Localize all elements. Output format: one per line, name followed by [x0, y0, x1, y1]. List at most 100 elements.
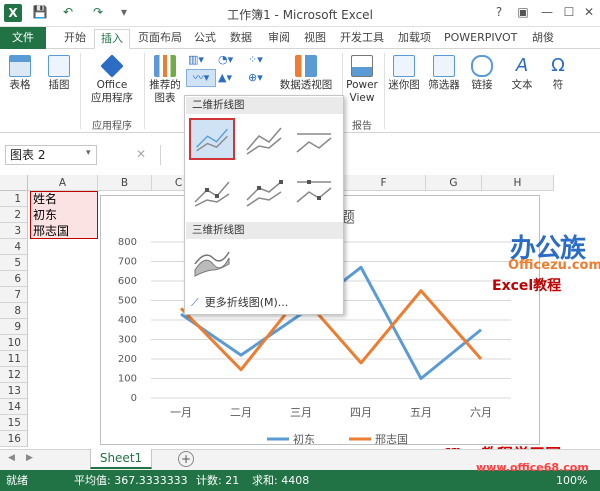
illustrations-button[interactable]: 插图 [44, 55, 74, 92]
sparklines-button[interactable]: 迷你图 [386, 55, 422, 92]
tab-home[interactable]: 开始 [58, 29, 92, 49]
more-line-charts-item[interactable]: ⟋ 更多折线图(M)... [191, 294, 341, 312]
pivotchart-button[interactable]: 数据透视图 [276, 55, 336, 92]
row-header-10[interactable]: 10 [0, 335, 28, 351]
tab-page-layout[interactable]: 页面布局 [132, 29, 188, 49]
close-icon[interactable]: ✕ [578, 3, 600, 21]
scroll-last-sheet-icon[interactable]: ▶ [26, 453, 33, 463]
row-header-16[interactable]: 16 [0, 431, 28, 447]
filter-icon [433, 55, 455, 77]
y-tick-label: 400 [118, 315, 137, 326]
row-header-1[interactable]: 1 [0, 191, 28, 207]
table-icon [9, 55, 31, 77]
office-apps-label-2: 应用程序 [91, 92, 133, 104]
line-3d-header: 三维折线图 [186, 222, 343, 239]
x-tick-label: 四月 [350, 406, 372, 419]
stacked-line-markers-option[interactable] [243, 172, 285, 210]
row-header-4[interactable]: 4 [0, 239, 28, 255]
other-chart-icon[interactable]: ⊕▾ [248, 71, 270, 85]
power-view-icon [351, 55, 373, 77]
3d-line-option[interactable] [191, 244, 233, 282]
pivotchart-label: 数据透视图 [279, 79, 333, 91]
column-header-h[interactable]: H [482, 175, 554, 191]
text-label: 文本 [511, 79, 533, 91]
sheet-tab-label: Sheet1 [99, 451, 143, 465]
name-box[interactable]: 图表 2 [5, 145, 97, 165]
row-header-9[interactable]: 9 [0, 319, 28, 335]
row-header-2[interactable]: 2 [0, 207, 28, 223]
power-view-label-2: View [349, 92, 375, 104]
user-name[interactable]: 胡俊 [526, 29, 560, 49]
tab-file[interactable]: 文件 [0, 27, 46, 49]
watermark-site: Officezu.com [508, 258, 600, 273]
reports-group-label: 报告 [352, 121, 372, 132]
illustrations-label: 插图 [48, 79, 70, 91]
column-header-g[interactable]: G [426, 175, 482, 191]
legend-label-2: 邢志国 [375, 433, 408, 446]
name-box-dropdown-icon[interactable]: ▾ [86, 148, 91, 158]
select-all-corner[interactable] [0, 175, 28, 191]
row-header-15[interactable]: 15 [0, 415, 28, 431]
office-apps-button[interactable]: Office 应用程序 [84, 54, 140, 105]
row-header-3[interactable]: 3 [0, 223, 28, 239]
tab-insert[interactable]: 插入 [94, 29, 130, 49]
symbols-button[interactable]: Ω 符 [546, 55, 570, 92]
power-view-button[interactable]: Power View [344, 55, 380, 105]
office-apps-icon [100, 54, 124, 78]
column-header-b[interactable]: B [98, 175, 152, 191]
row-header-11[interactable]: 11 [0, 351, 28, 367]
bar-chart-icon[interactable]: ▥▾ [188, 53, 214, 67]
stacked-line-option[interactable] [243, 120, 285, 158]
column-header-a[interactable]: A [28, 175, 98, 191]
cell-a2[interactable]: 初东 [30, 207, 57, 223]
watermark-bottom-2: www.office68.com [476, 461, 589, 474]
recommended-charts-button[interactable]: 推荐的 图表 [146, 55, 184, 105]
ribbon-separator [144, 53, 145, 129]
line-with-markers-option[interactable] [191, 172, 233, 210]
x-tick-label: 六月 [470, 406, 492, 419]
ribbon-display-icon[interactable]: ▣ [512, 3, 534, 21]
percent-line-markers-option[interactable] [293, 172, 335, 210]
sheet-tab-sheet1[interactable]: Sheet1 [90, 449, 152, 469]
y-tick-label: 0 [131, 393, 137, 404]
tab-formulas[interactable]: 公式 [188, 29, 222, 49]
cancel-icon[interactable]: ✕ [136, 147, 146, 161]
row-header-8[interactable]: 8 [0, 303, 28, 319]
text-button[interactable]: A 文本 [506, 55, 538, 92]
x-tick-label: 二月 [230, 406, 252, 419]
scroll-first-sheet-icon[interactable]: ◀ [8, 453, 15, 463]
cell-a3[interactable]: 邢志国 [30, 223, 69, 239]
filters-label: 筛选器 [428, 79, 460, 91]
row-header-5[interactable]: 5 [0, 255, 28, 271]
tab-data[interactable]: 数据 [224, 29, 258, 49]
line-chart-dropdown-button[interactable]: 〰▾ [186, 69, 216, 87]
row-header-12[interactable]: 12 [0, 367, 28, 383]
percent-stacked-line-option[interactable] [293, 120, 335, 158]
tab-view[interactable]: 视图 [298, 29, 332, 49]
x-tick-label: 五月 [410, 406, 432, 419]
tab-review[interactable]: 审阅 [262, 29, 296, 49]
row-header-6[interactable]: 6 [0, 271, 28, 287]
maximize-icon[interactable]: ☐ [558, 3, 580, 21]
link-button[interactable]: 链接 [466, 55, 498, 92]
y-tick-label: 500 [118, 296, 137, 307]
formula-input[interactable] [160, 145, 180, 165]
tab-developer[interactable]: 开发工具 [334, 29, 390, 49]
area-chart-icon[interactable]: ▲▾ [218, 71, 244, 85]
filters-button[interactable]: 筛选器 [426, 55, 462, 92]
cell-a1[interactable]: 姓名 [30, 191, 57, 207]
minimize-icon[interactable]: — [536, 3, 558, 21]
scatter-chart-icon[interactable]: ⁘▾ [248, 53, 270, 67]
row-header-14[interactable]: 14 [0, 399, 28, 415]
table-button[interactable]: 表格 [6, 55, 34, 92]
row-header-7[interactable]: 7 [0, 287, 28, 303]
pie-chart-icon[interactable]: ◔▾ [218, 53, 244, 67]
line-chart-option[interactable] [189, 118, 235, 160]
new-sheet-icon[interactable]: + [178, 451, 194, 467]
y-tick-label: 100 [118, 374, 137, 385]
tab-addins[interactable]: 加载项 [392, 29, 437, 49]
help-icon[interactable]: ? [488, 3, 510, 21]
tab-powerpivot[interactable]: POWERPIVOT [438, 29, 523, 49]
x-tick-label: 三月 [290, 406, 312, 419]
row-header-13[interactable]: 13 [0, 383, 28, 399]
